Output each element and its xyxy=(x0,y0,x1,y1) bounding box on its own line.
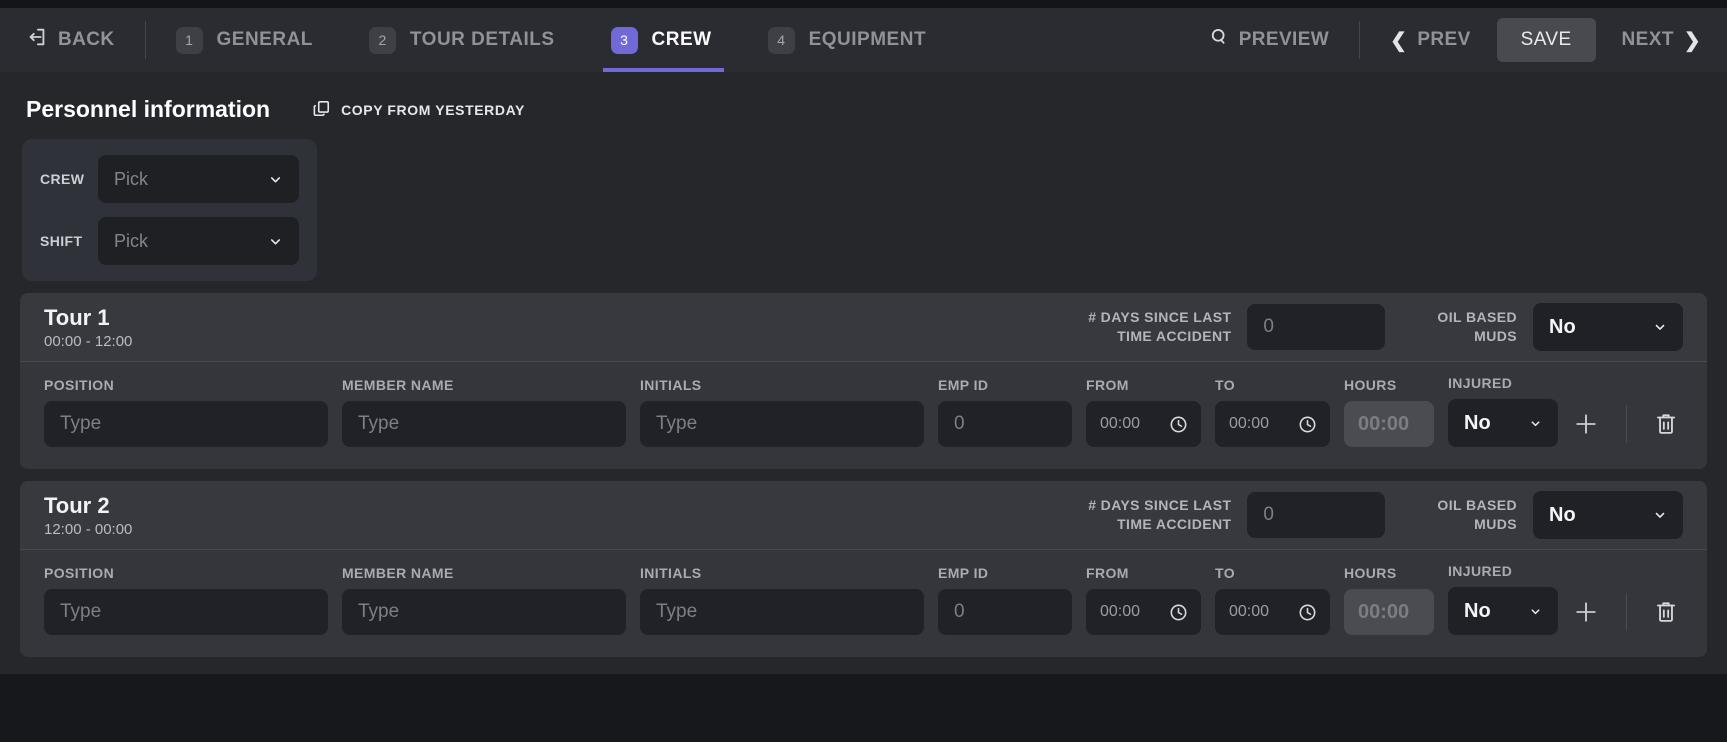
tour-2-card: Tour 2 12:00 - 00:00 # DAYS SINCE LAST T… xyxy=(20,481,1707,657)
chevron-down-icon xyxy=(1529,417,1542,430)
days-since-accident-input[interactable] xyxy=(1247,304,1385,350)
tab-equipment[interactable]: 4 EQUIPMENT xyxy=(768,8,926,72)
injured-select[interactable]: No xyxy=(1448,399,1558,447)
chevron-down-icon xyxy=(1653,508,1667,522)
clock-icon xyxy=(1297,414,1318,435)
next-button[interactable]: NEXT ❯ xyxy=(1622,28,1701,53)
column-header-to: TO xyxy=(1215,565,1330,581)
row-icons-divider xyxy=(1626,405,1627,443)
column-header-initials: INITIALS xyxy=(640,565,924,581)
back-label: BACK xyxy=(58,29,115,51)
column-header-from: FROM xyxy=(1086,377,1201,393)
column-header-to: TO xyxy=(1215,377,1330,393)
from-time-input[interactable]: 00:00 xyxy=(1086,589,1201,635)
days-since-accident-input[interactable] xyxy=(1247,492,1385,538)
preview-button[interactable]: PREVIEW xyxy=(1209,27,1329,53)
back-button[interactable]: BACK xyxy=(26,26,115,54)
crew-shift-panel: CREW Pick SHIFT Pick xyxy=(22,139,317,281)
from-time-input[interactable]: 00:00 xyxy=(1086,401,1201,447)
to-time-input[interactable]: 00:00 xyxy=(1215,589,1330,635)
column-header-initials: INITIALS xyxy=(640,377,924,393)
tour-time-range: 12:00 - 00:00 xyxy=(44,521,132,538)
column-header-hours: HOURS xyxy=(1344,377,1434,393)
column-header-emp-id: EMP ID xyxy=(938,377,1072,393)
to-time-input[interactable]: 00:00 xyxy=(1215,401,1330,447)
bottom-dark-band xyxy=(0,674,1727,742)
shift-label: SHIFT xyxy=(40,233,98,249)
days-since-accident-label: # DAYS SINCE LAST TIME ACCIDENT xyxy=(1088,496,1231,534)
clock-icon xyxy=(1297,602,1318,623)
tab-general[interactable]: 1 GENERAL xyxy=(176,8,313,72)
days-since-accident-label: # DAYS SINCE LAST TIME ACCIDENT xyxy=(1088,308,1231,346)
emp-id-input[interactable] xyxy=(938,589,1072,635)
emp-id-input[interactable] xyxy=(938,401,1072,447)
member-name-input[interactable] xyxy=(342,589,626,635)
save-button[interactable]: SAVE xyxy=(1497,18,1596,62)
column-header-member-name: MEMBER NAME xyxy=(342,377,626,393)
topbar-divider xyxy=(145,21,146,59)
top-strip xyxy=(0,0,1727,8)
crew-select[interactable]: Pick xyxy=(98,155,299,203)
column-header-from: FROM xyxy=(1086,565,1201,581)
column-header-injured: INJURED xyxy=(1448,375,1558,391)
top-navigation-bar: BACK 1 GENERAL 2 TOUR DETAILS 3 CREW 4 E… xyxy=(0,8,1727,72)
initials-input[interactable] xyxy=(640,401,924,447)
position-input[interactable] xyxy=(44,589,328,635)
member-name-input[interactable] xyxy=(342,401,626,447)
step-number-badge: 2 xyxy=(369,27,396,54)
step-number-badge: 3 xyxy=(611,27,638,54)
clock-icon xyxy=(1168,602,1189,623)
copy-from-yesterday-button[interactable]: COPY FROM YESTERDAY xyxy=(312,99,525,121)
prev-button[interactable]: ❮ PREV xyxy=(1390,28,1471,53)
crew-label: CREW xyxy=(40,171,98,187)
clock-icon xyxy=(1168,414,1189,435)
tab-tour-details[interactable]: 2 TOUR DETAILS xyxy=(369,8,555,72)
tour-title: Tour 1 xyxy=(44,305,132,331)
shift-select[interactable]: Pick xyxy=(98,217,299,265)
initials-input[interactable] xyxy=(640,589,924,635)
step-number-badge: 4 xyxy=(768,27,795,54)
oil-based-muds-select[interactable]: No xyxy=(1533,491,1683,539)
oil-based-muds-label: OIL BASED MUDS xyxy=(1437,308,1517,346)
row-icons-divider xyxy=(1626,593,1627,631)
chevron-down-icon xyxy=(268,234,283,249)
chevron-down-icon xyxy=(1653,320,1667,334)
crew-page: Personnel information COPY FROM YESTERDA… xyxy=(0,72,1727,657)
column-header-position: POSITION xyxy=(44,377,328,393)
add-row-button[interactable] xyxy=(1572,410,1600,438)
delete-row-button[interactable] xyxy=(1653,599,1679,625)
column-header-emp-id: EMP ID xyxy=(938,565,1072,581)
add-row-button[interactable] xyxy=(1572,598,1600,626)
column-header-position: POSITION xyxy=(44,565,328,581)
wizard-steps: 1 GENERAL 2 TOUR DETAILS 3 CREW 4 EQUIPM… xyxy=(176,8,927,72)
page-title: Personnel information xyxy=(26,96,270,123)
tour-title: Tour 2 xyxy=(44,493,132,519)
topbar-divider xyxy=(1359,21,1360,59)
chevron-down-icon xyxy=(1529,605,1542,618)
oil-based-muds-label: OIL BASED MUDS xyxy=(1437,496,1517,534)
copy-icon xyxy=(312,99,331,121)
column-header-injured: INJURED xyxy=(1448,563,1558,579)
column-header-hours: HOURS xyxy=(1344,565,1434,581)
hours-readonly-field: 00:00 xyxy=(1344,401,1434,447)
column-header-member-name: MEMBER NAME xyxy=(342,565,626,581)
tab-crew[interactable]: 3 CREW xyxy=(611,8,712,72)
tour-time-range: 00:00 - 12:00 xyxy=(44,333,132,350)
injured-select[interactable]: No xyxy=(1448,587,1558,635)
delete-row-button[interactable] xyxy=(1653,411,1679,437)
step-number-badge: 1 xyxy=(176,27,203,54)
chevron-down-icon xyxy=(268,172,283,187)
back-icon xyxy=(26,26,48,54)
chevron-left-icon: ❮ xyxy=(1390,28,1407,53)
tour-1-card: Tour 1 00:00 - 12:00 # DAYS SINCE LAST T… xyxy=(20,293,1707,469)
chevron-right-icon: ❯ xyxy=(1684,28,1701,53)
oil-based-muds-select[interactable]: No xyxy=(1533,303,1683,351)
search-icon xyxy=(1209,27,1229,53)
hours-readonly-field: 00:00 xyxy=(1344,589,1434,635)
position-input[interactable] xyxy=(44,401,328,447)
